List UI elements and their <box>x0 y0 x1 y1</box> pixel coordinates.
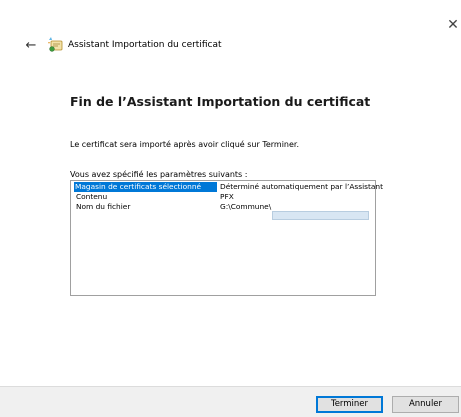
certificate-import-wizard-window: ✕ ← Assistant Importation du certificat … <box>0 0 461 417</box>
certificate-wizard-icon <box>48 37 63 52</box>
intro-text: Le certificat sera importé après avoir c… <box>70 140 300 149</box>
finish-button[interactable]: Terminer <box>316 396 383 413</box>
params-value: PFX <box>220 192 234 201</box>
params-label: Vous avez spécifié les paramètres suivan… <box>70 170 248 179</box>
button-bar: Terminer Annuler <box>0 386 461 417</box>
params-key: Magasin de certificats sélectionné <box>74 182 217 192</box>
window-title: Assistant Importation du certificat <box>68 40 222 50</box>
params-key: Contenu <box>76 192 108 201</box>
params-list[interactable]: Magasin de certificats sélectionné Déter… <box>70 180 383 296</box>
params-key: Nom du fichier <box>76 202 131 211</box>
cancel-button[interactable]: Annuler <box>392 396 459 413</box>
redacted-filename <box>272 211 369 220</box>
page-title: Fin de l’Assistant Importation du certif… <box>70 94 371 109</box>
close-icon[interactable]: ✕ <box>446 17 460 33</box>
params-value: Déterminé automatiquement par l’Assistan… <box>220 182 384 191</box>
params-value: G:\Commune\ <box>220 202 272 211</box>
back-arrow-icon[interactable]: ← <box>23 38 39 54</box>
list-item[interactable]: Magasin de certificats sélectionné Déter… <box>71 182 383 192</box>
list-item[interactable]: Contenu PFX <box>71 192 375 202</box>
